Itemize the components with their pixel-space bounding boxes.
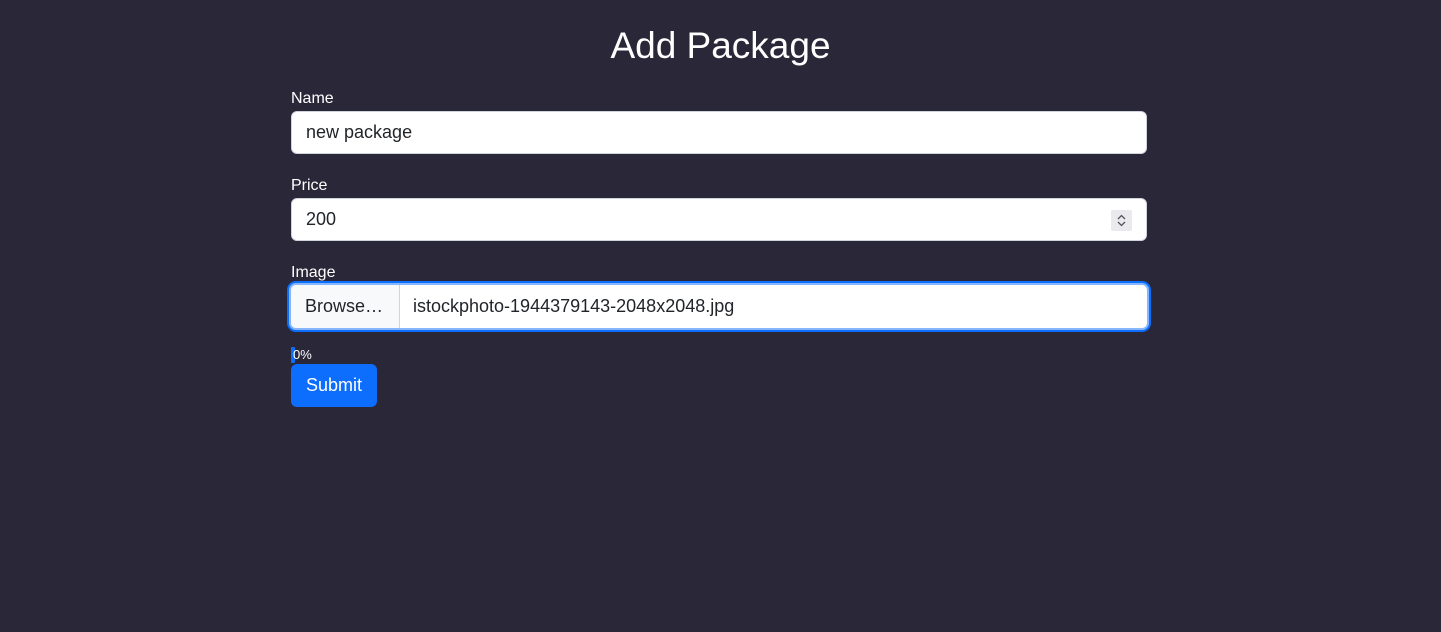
image-file-input[interactable]: Browse… istockphoto-1944379143-2048x2048… — [289, 283, 1149, 330]
name-input-value: new package — [306, 122, 413, 142]
name-label: Name — [291, 90, 334, 107]
submit-button[interactable]: Submit — [291, 364, 378, 407]
upload-progress-text: 0% — [293, 347, 312, 362]
number-spinner[interactable] — [1111, 210, 1132, 231]
price-label: Price — [291, 177, 328, 194]
add-package-form: Name new package Price 200 Image Browse… — [289, 87, 1149, 407]
image-group: Image Browse… istockphoto-1944379143-204… — [289, 263, 1149, 330]
up-down-chevron-icon — [1117, 214, 1126, 227]
price-input-value: 200 — [306, 209, 337, 229]
add-package-page: Add Package Name new package Price 200 I — [0, 0, 1441, 632]
price-group: Price 200 — [291, 176, 1147, 241]
upload-progress: 0% — [291, 346, 1147, 364]
name-group: Name new package — [291, 89, 1147, 154]
price-input[interactable]: 200 — [291, 198, 1147, 241]
page-title: Add Package — [610, 25, 831, 66]
browse-button[interactable]: Browse… — [291, 285, 400, 328]
selected-file-name: istockphoto-1944379143-2048x2048.jpg — [413, 296, 735, 316]
name-input[interactable]: new package — [291, 111, 1147, 154]
image-label: Image — [291, 264, 336, 281]
